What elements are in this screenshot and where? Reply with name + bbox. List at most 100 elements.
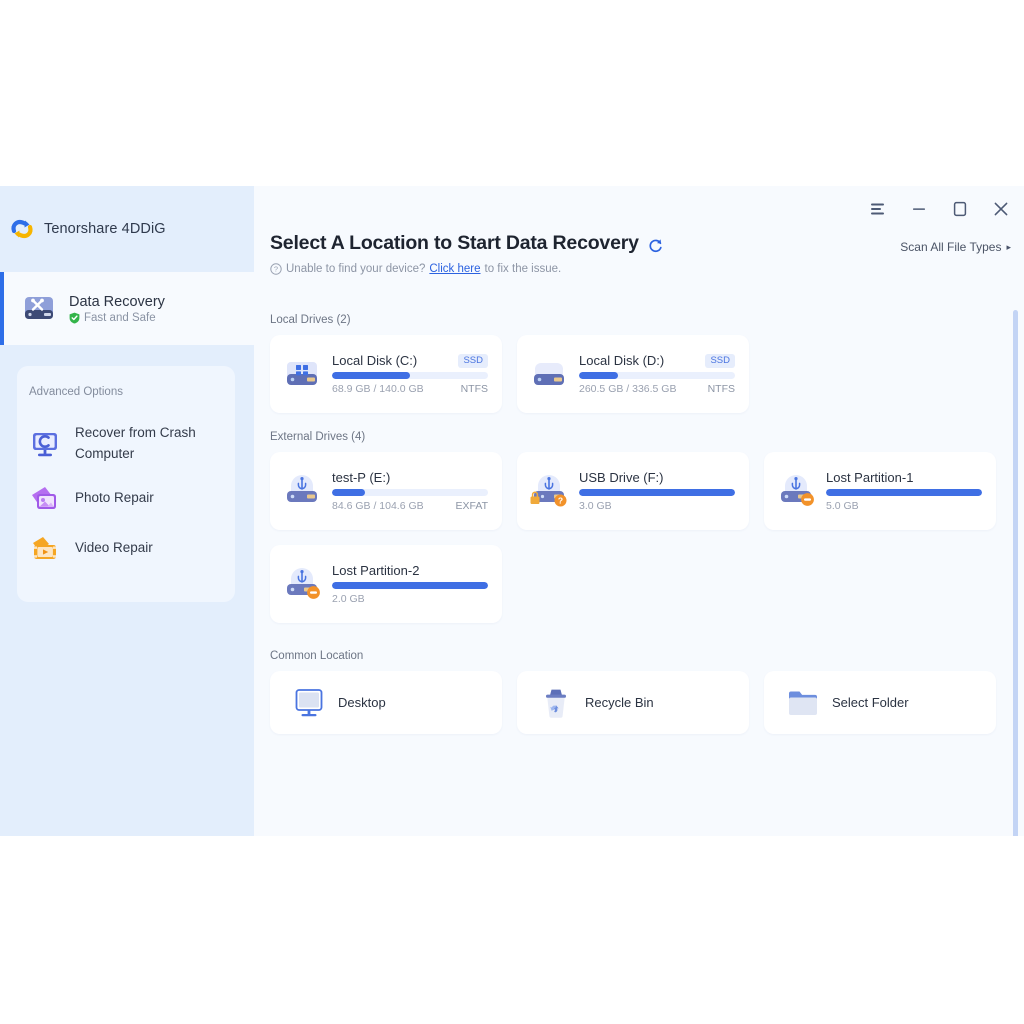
desktop-icon	[292, 686, 326, 720]
drive-usage-text: 84.6 GB / 104.6 GB	[332, 500, 424, 512]
common-location-grid: Desktop Recycle Bin Select Folder	[270, 671, 1002, 734]
photo-repair-icon	[29, 483, 61, 515]
fix-issue-link[interactable]: Click here	[429, 263, 480, 275]
svg-text:?: ?	[274, 265, 278, 274]
recycle-bin-icon	[539, 686, 573, 720]
drive-usage-fill	[579, 372, 618, 379]
brand: Tenorshare 4DDiG	[0, 186, 254, 272]
drive-usage-bar	[332, 372, 488, 379]
drive-usage-text: 68.9 GB / 140.0 GB	[332, 383, 424, 395]
drive-meta-row: 5.0 GB	[826, 500, 982, 512]
chevron-right-icon: ▸	[1006, 241, 1011, 252]
section-label-local-drives: Local Drives (2)	[270, 314, 351, 326]
svg-text:?: ?	[558, 496, 563, 506]
drive-info: USB Drive (F:) 3.0 GB	[579, 470, 735, 512]
drive-filesystem: NTFS	[460, 383, 488, 395]
sidebar-item-subtitle: Fast and Safe	[84, 311, 156, 324]
common-location-desktop[interactable]: Desktop	[270, 671, 502, 734]
drive-usage-fill	[332, 489, 365, 496]
sidebar-item-video-repair[interactable]: Video Repair	[17, 524, 235, 574]
menu-icon[interactable]	[868, 199, 888, 219]
drive-info: Local Disk (C:) SSD 68.9 GB / 140.0 GB N…	[332, 353, 488, 395]
sidebar-item-label: Recover from Crash Computer	[75, 425, 196, 461]
drive-card-test-p-e[interactable]: test-P (E:) 84.6 GB / 104.6 GB EXFAT	[270, 452, 502, 530]
drive-meta-row: 68.9 GB / 140.0 GB NTFS	[332, 383, 488, 395]
drive-usage-bar	[579, 489, 735, 496]
sidebar-item-label: Video Repair	[75, 540, 153, 556]
page-header: Select A Location to Start Data Recovery…	[254, 232, 1024, 255]
drive-usage-bar	[579, 372, 735, 379]
drive-usage-text: 3.0 GB	[579, 500, 612, 512]
section-label-common-location: Common Location	[270, 650, 364, 662]
vertical-scrollbar[interactable]	[1013, 310, 1018, 836]
device-hint-prefix: Unable to find your device?	[286, 263, 426, 275]
section-label-external-drives: External Drives (4)	[270, 431, 366, 443]
drive-card-local-disk-c[interactable]: Local Disk (C:) SSD 68.9 GB / 140.0 GB N…	[270, 335, 502, 413]
shield-check-icon	[69, 312, 80, 324]
drive-info: test-P (E:) 84.6 GB / 104.6 GB EXFAT	[332, 470, 488, 512]
drive-card-usb-drive-f[interactable]: ? USB Drive (F:) 3.0 GB	[517, 452, 749, 530]
sidebar-item-label: Photo Repair	[75, 490, 154, 506]
drive-usage-fill	[332, 372, 410, 379]
drive-title-row: Lost Partition-1	[826, 470, 982, 485]
drive-filesystem: NTFS	[707, 383, 735, 395]
maximize-icon[interactable]	[950, 199, 970, 219]
question-circle-icon: ?	[270, 263, 282, 275]
device-hint: ? Unable to find your device? Click here…	[254, 255, 1024, 275]
app-logo-icon	[9, 216, 35, 242]
advanced-options-panel: Advanced Options Recover from Crash Comp…	[17, 366, 235, 602]
disk-icon	[529, 354, 569, 394]
drive-filesystem: EXFAT	[455, 500, 488, 512]
common-location-label: Recycle Bin	[585, 695, 654, 710]
close-icon[interactable]	[991, 199, 1011, 219]
drive-card-lost-partition-1[interactable]: Lost Partition-1 5.0 GB	[764, 452, 996, 530]
drive-type-badge: SSD	[458, 353, 488, 368]
sidebar-item-subtitle-row: Fast and Safe	[69, 312, 165, 324]
drive-usage-text: 260.5 GB / 336.5 GB	[579, 383, 677, 395]
sidebar: Tenorshare 4DDiG Data Recovery Fast and …	[0, 186, 254, 836]
app-window: Tenorshare 4DDiG Data Recovery Fast and …	[0, 186, 1024, 836]
advanced-options-title: Advanced Options	[29, 386, 123, 398]
common-location-label: Desktop	[338, 695, 386, 710]
page-title: Select A Location to Start Data Recovery	[270, 232, 639, 254]
usb-drive-icon	[282, 471, 322, 511]
scan-all-file-types-label: Scan All File Types	[900, 240, 1002, 254]
drive-name: Local Disk (D:)	[579, 353, 665, 368]
common-location-recycle-bin[interactable]: Recycle Bin	[517, 671, 749, 734]
drive-info: Local Disk (D:) SSD 260.5 GB / 336.5 GB …	[579, 353, 735, 395]
brand-name: Tenorshare 4DDiG	[44, 221, 166, 237]
locations-scroll-area[interactable]: Local Drives (2) Local Disk (C:) SSD 68.…	[254, 296, 1024, 836]
folder-icon	[786, 686, 820, 720]
windows-disk-icon	[282, 354, 322, 394]
drive-title-row: Local Disk (D:) SSD	[579, 353, 735, 368]
refresh-icon[interactable]	[648, 236, 663, 253]
sidebar-item-photo-repair[interactable]: Photo Repair	[17, 474, 235, 524]
sidebar-item-recover-from-crash-computer[interactable]: Recover from Crash Computer	[17, 414, 235, 474]
scan-all-file-types-button[interactable]: Scan All File Types ▸	[900, 240, 1011, 254]
drive-usage-bar	[332, 582, 488, 589]
drive-info: Lost Partition-1 5.0 GB	[826, 470, 982, 512]
drive-usage-bar	[332, 489, 488, 496]
hard-drive-tools-icon	[22, 292, 56, 326]
main-content: Select A Location to Start Data Recovery…	[254, 186, 1024, 836]
common-location-select-folder[interactable]: Select Folder	[764, 671, 996, 734]
unknown-badge: ?	[554, 494, 567, 507]
usb-drive-lost-partition-icon	[776, 471, 816, 511]
lost-partition-badge	[307, 586, 320, 599]
drive-meta-row: 2.0 GB	[332, 593, 488, 605]
titlebar	[254, 186, 1024, 232]
sidebar-item-data-recovery[interactable]: Data Recovery Fast and Safe	[0, 272, 254, 345]
drive-card-local-disk-d[interactable]: Local Disk (D:) SSD 260.5 GB / 336.5 GB …	[517, 335, 749, 413]
drive-meta-row: 260.5 GB / 336.5 GB NTFS	[579, 383, 735, 395]
video-repair-icon	[29, 533, 61, 565]
drive-type-badge: SSD	[705, 353, 735, 368]
drive-meta-row: 84.6 GB / 104.6 GB EXFAT	[332, 500, 488, 512]
common-location-label: Select Folder	[832, 695, 909, 710]
drive-info: Lost Partition-2 2.0 GB	[332, 563, 488, 605]
external-drives-grid: test-P (E:) 84.6 GB / 104.6 GB EXFAT ? U…	[270, 452, 1002, 623]
drive-name: Local Disk (C:)	[332, 353, 418, 368]
drive-card-lost-partition-2[interactable]: Lost Partition-2 2.0 GB	[270, 545, 502, 623]
drive-title-row: Lost Partition-2	[332, 563, 488, 578]
drive-usage-fill	[579, 489, 735, 496]
minimize-icon[interactable]	[909, 199, 929, 219]
